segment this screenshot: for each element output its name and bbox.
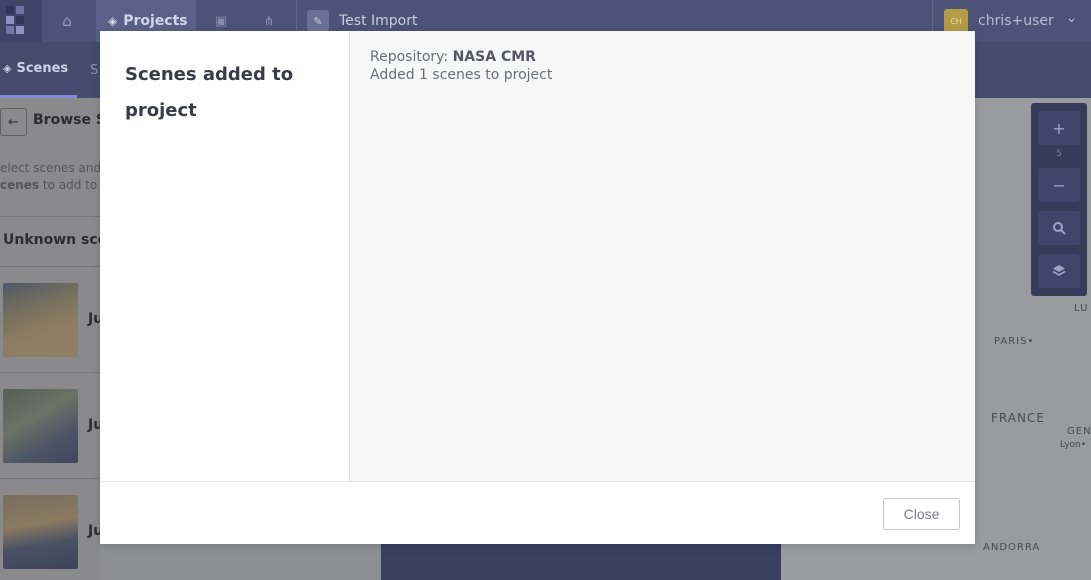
scene-date: Ju: [88, 417, 100, 433]
project-name-label: Test Import: [339, 13, 418, 29]
tab-other[interactable]: S: [90, 42, 98, 98]
repository-line: Repository: NASA CMR: [370, 48, 536, 66]
projects-tab-label: Projects: [123, 13, 188, 29]
map-label-andorra: ANDORRA: [983, 542, 1041, 553]
scene-date: Ju: [88, 523, 100, 539]
scene-date: Ju: [88, 311, 100, 327]
layers-button[interactable]: [1038, 254, 1080, 288]
layers-icon: ◈: [108, 14, 118, 28]
arrow-left-icon: ←: [8, 114, 19, 130]
layers-icon: ◈: [3, 62, 12, 75]
scene-thumbnail: [3, 389, 78, 463]
tab-scenes-label: Scenes: [16, 61, 69, 76]
hint-rest: to add to th: [42, 178, 100, 192]
scene-thumbnail: [3, 495, 78, 569]
camera-icon: ▣: [214, 13, 228, 29]
back-button[interactable]: ←: [0, 108, 27, 136]
search-button[interactable]: [1038, 211, 1080, 245]
modal-footer: Close: [100, 481, 975, 544]
user-name: chris+user: [978, 13, 1054, 29]
map-label-paris: PARIS•: [994, 336, 1035, 347]
scene-item[interactable]: Ju: [0, 266, 100, 372]
modal-content: Repository: NASA CMR Added 1 scenes to p…: [350, 31, 975, 481]
pencil-icon: ✎: [307, 10, 329, 32]
map-label-lyon: Lyon•: [1060, 440, 1087, 450]
browse-title: Browse Sc: [33, 112, 100, 128]
zoom-level: 5: [1056, 149, 1062, 159]
layers-icon: [1052, 265, 1066, 276]
scene-item[interactable]: Ju: [0, 372, 100, 478]
zoom-out-button[interactable]: −: [1038, 168, 1080, 202]
tab-other-label: S: [90, 62, 99, 78]
map-label-gen: GEN: [1067, 426, 1091, 437]
modal-sidebar: Scenes added to project: [100, 31, 350, 481]
hint-line-2: cenes to add to th: [0, 177, 100, 194]
diagram-icon: ⋔: [263, 13, 275, 29]
result-message: Added 1 scenes to project: [370, 67, 553, 83]
search-icon: [1053, 222, 1066, 235]
scenes-added-modal: Scenes added to project Repository: NASA…: [100, 31, 975, 544]
tab-scenes[interactable]: ◈ Scenes: [0, 42, 77, 98]
chevron-down-icon: ⌄: [1065, 10, 1078, 26]
avatar: CH: [944, 9, 968, 33]
map-controls: + 5 −: [1031, 103, 1087, 296]
browse-hint: elect scenes and c cenes to add to th: [0, 160, 100, 194]
divider: [0, 216, 100, 217]
scene-item[interactable]: Ju: [0, 478, 100, 580]
map-label-france: FRANCE: [991, 411, 1045, 425]
repository-prefix: Repository:: [370, 49, 453, 65]
app-logo[interactable]: [0, 0, 42, 42]
scene-thumbnail: [3, 283, 78, 357]
zoom-in-button[interactable]: +: [1038, 111, 1080, 145]
browse-header: ← Browse Sc: [0, 98, 100, 148]
home-icon: ⌂: [62, 12, 72, 30]
scenes-sidebar: ← Browse Sc elect scenes and c cenes to …: [0, 98, 100, 580]
hint-bold: cenes: [0, 178, 40, 192]
plus-icon: +: [1052, 118, 1066, 138]
repository-name: NASA CMR: [452, 49, 536, 65]
close-button[interactable]: Close: [883, 498, 960, 530]
hint-line-1: elect scenes and c: [0, 161, 100, 175]
scene-group-title: Unknown scen: [3, 232, 100, 248]
modal-title: Scenes added to project: [125, 64, 294, 121]
map-label-lu: LU: [1074, 303, 1089, 314]
home-button[interactable]: ⌂: [42, 0, 92, 42]
minus-icon: −: [1052, 175, 1066, 195]
